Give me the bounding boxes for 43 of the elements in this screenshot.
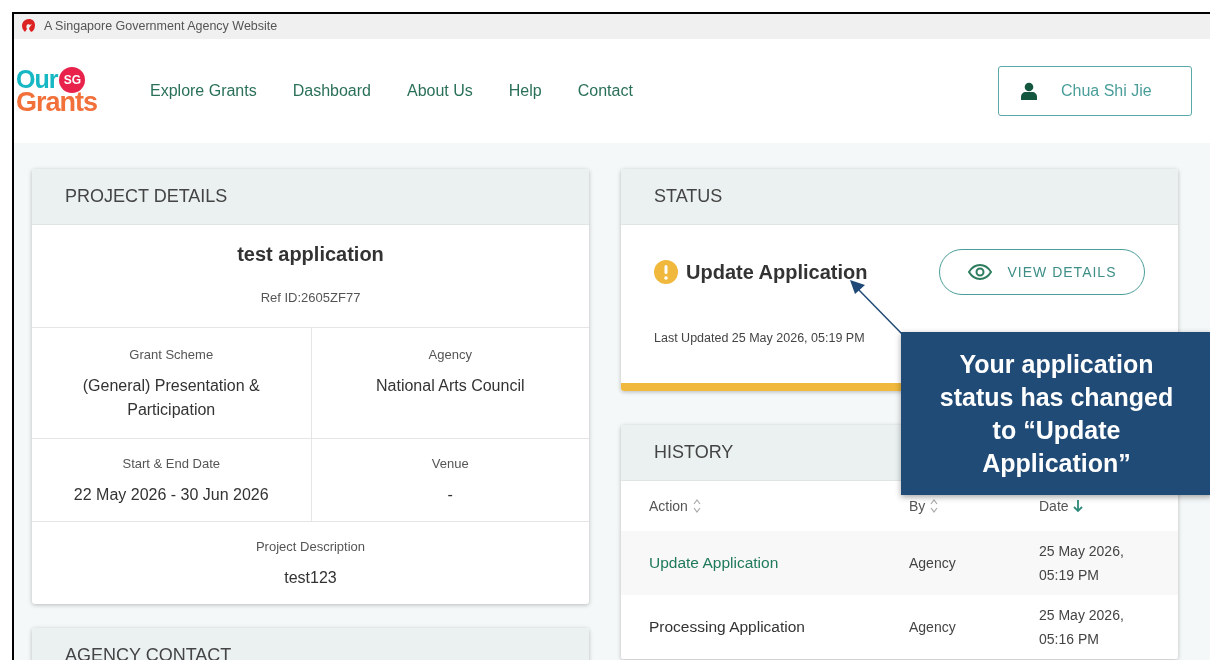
eye-icon xyxy=(967,264,992,280)
field-label: Agency xyxy=(428,347,472,362)
nav-link[interactable]: Contact xyxy=(577,79,633,103)
government-site-text: A Singapore Government Agency Website xyxy=(44,18,278,36)
history-row[interactable]: Update Application Agency 25 May 2026, 05:19 PM xyxy=(621,531,1178,595)
nav-link[interactable]: Dashboard xyxy=(292,79,371,103)
by-cell: Agency xyxy=(909,619,956,635)
status-text: Update Application xyxy=(686,260,868,285)
card-title: HISTORY xyxy=(654,441,734,464)
by-cell: Agency xyxy=(909,555,956,571)
sort-icon[interactable] xyxy=(929,498,940,514)
field-label: Venue xyxy=(431,456,469,471)
date-cell: 25 May 2026, 05:19 PM xyxy=(1039,543,1124,583)
action-cell: Update Application xyxy=(649,554,779,571)
column-header[interactable]: By xyxy=(909,495,926,517)
sort-icon[interactable] xyxy=(691,498,702,514)
user-icon xyxy=(1021,82,1037,100)
ourgrants-logo: Our SG Grants xyxy=(16,66,99,116)
last-updated-text: Last Updated 25 May 2026, 05:19 PM xyxy=(654,331,865,345)
nav-link[interactable]: About Us xyxy=(407,79,473,103)
field-label: Start & End Date xyxy=(122,456,221,471)
field-value: - xyxy=(447,486,453,503)
column-header[interactable]: Date xyxy=(1039,495,1069,517)
field-value: test123 xyxy=(284,569,337,586)
field-label: Grant Scheme xyxy=(129,347,214,362)
field-value: National Arts Council xyxy=(376,377,525,394)
user-account-button[interactable]: Chua Shi Jie xyxy=(998,66,1192,116)
nav-link[interactable]: Help xyxy=(508,79,542,103)
card-title: STATUS xyxy=(654,185,723,208)
field-value: (General) Presentation & Participation xyxy=(82,377,260,418)
reference-id: Ref ID:2605ZF77 xyxy=(260,290,361,305)
column-header[interactable]: Action xyxy=(649,495,688,517)
date-cell: 25 May 2026, 05:16 PM xyxy=(1039,607,1124,647)
project-name: test application xyxy=(237,243,384,265)
view-details-button[interactable]: VIEW DETAILS xyxy=(939,249,1145,295)
nav-link[interactable]: Explore Grants xyxy=(150,79,257,103)
field-label: Project Description xyxy=(255,539,366,554)
history-row[interactable]: Processing Application Agency 25 May 2026, 05:16 PM xyxy=(621,595,1178,659)
sort-descending-icon[interactable] xyxy=(1072,499,1083,513)
action-cell: Processing Application xyxy=(649,618,805,635)
card-title: PROJECT DETAILS xyxy=(65,185,228,208)
callout-tooltip: Your application status has changed to “Update Application” xyxy=(901,332,1210,495)
field-value: 22 May 2026 - 30 Jun 2026 xyxy=(73,486,269,503)
